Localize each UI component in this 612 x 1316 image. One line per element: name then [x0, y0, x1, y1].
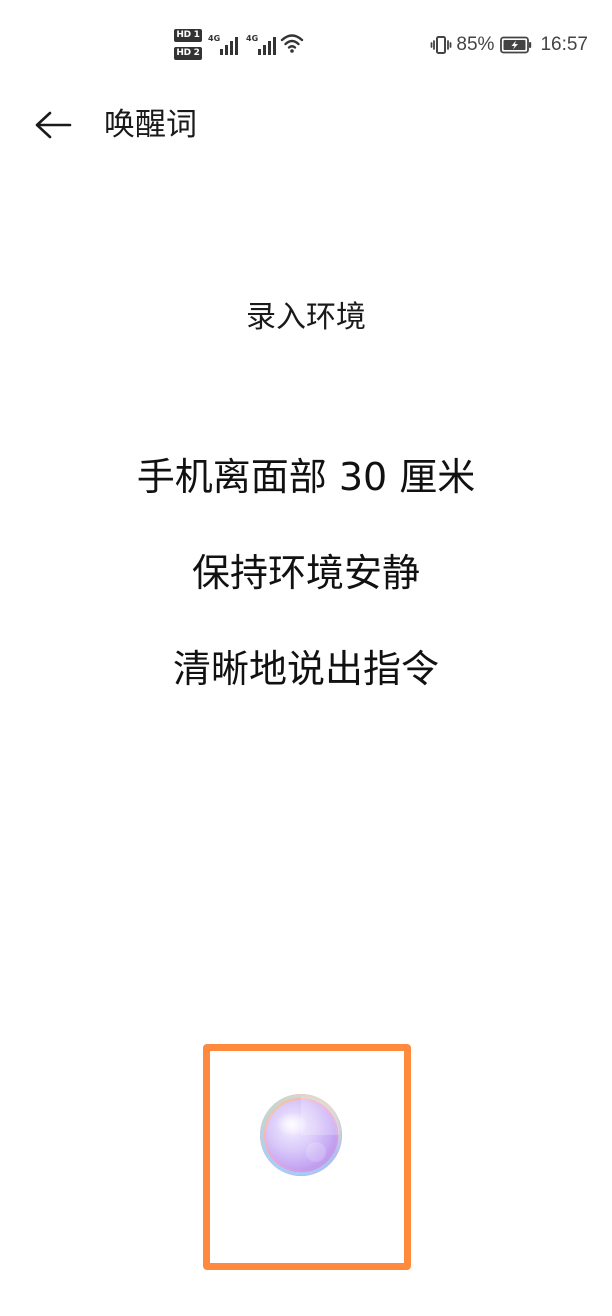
hd1-badge: HD 1	[174, 29, 202, 42]
instruction-item: 保持环境安静	[191, 551, 420, 595]
voice-orb-icon	[260, 1094, 342, 1176]
sim-status: HD 1 HD 2 4G 4G	[174, 28, 304, 62]
wifi-icon	[280, 32, 304, 54]
section-subtitle: 录入环境	[246, 300, 366, 335]
vibrate-icon	[430, 34, 452, 56]
signal-icon: 4G	[208, 34, 242, 56]
battery-charging-icon	[500, 36, 532, 54]
page-title: 唤醒词	[104, 107, 197, 143]
hd2-badge: HD 2	[174, 47, 202, 60]
header: 唤醒词	[0, 90, 612, 160]
network-type: 4G	[208, 34, 221, 43]
system-status: 85% 16:57	[430, 32, 588, 58]
arrow-left-icon	[35, 111, 72, 139]
instruction-list: 手机离面部 30 厘米 保持环境安静 清晰地说出指令	[0, 450, 612, 738]
battery-percent: 85%	[456, 34, 495, 55]
instruction-item: 清晰地说出指令	[172, 647, 439, 691]
back-button[interactable]	[30, 102, 76, 148]
voice-orb-button[interactable]	[258, 1092, 344, 1178]
status-bar: HD 1 HD 2 4G 4G 85% 16:57	[0, 0, 612, 90]
network-type: 4G	[246, 34, 259, 43]
instruction-item: 手机离面部 30 厘米	[136, 455, 476, 499]
clock: 16:57	[540, 34, 588, 55]
signal-icon: 4G	[246, 34, 280, 56]
